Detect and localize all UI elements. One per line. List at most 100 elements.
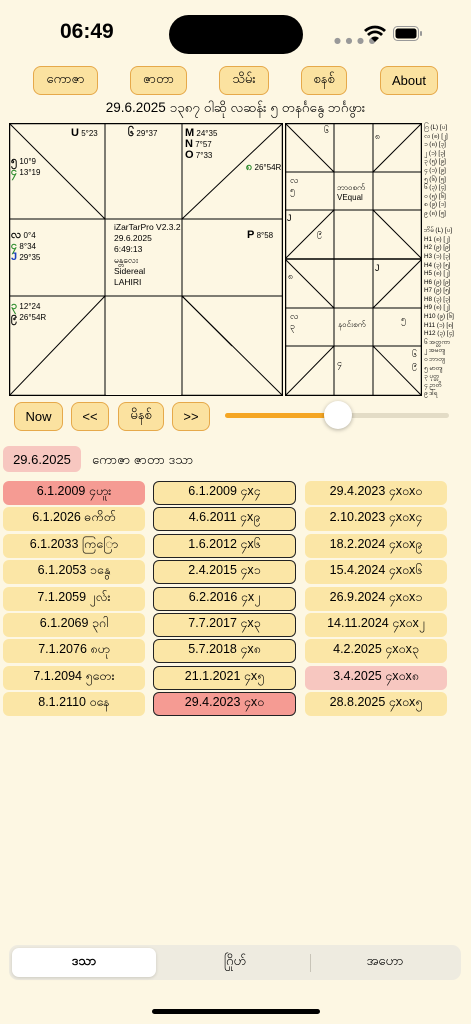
tab-dasa[interactable]: ဒသာ xyxy=(12,948,156,977)
navamsa-center-title: နဝင်းစက် xyxy=(338,320,366,329)
dasa-col3-cell[interactable]: 28.8.2025 ၄x၀x၅ xyxy=(305,692,447,717)
bhava-cell-1: ၆ xyxy=(324,125,330,135)
tab-save[interactable]: သိမ်း xyxy=(219,66,269,95)
side-list-item: ၉ ဒါရ xyxy=(424,390,438,398)
side-list-item: H7 (၉) [၅] xyxy=(424,287,451,295)
planet-top-right: M 24°35 N 7°57 O 7°33 xyxy=(185,127,218,161)
prev-button[interactable]: << xyxy=(71,402,109,431)
next-button[interactable]: >> xyxy=(172,402,210,431)
side-list-item: ဂြ (L) [ပ] xyxy=(424,124,447,131)
side-list-item: ၅ (၆) [၅] xyxy=(424,175,446,183)
side-list-item: ၆ အတ္တကာ xyxy=(424,338,450,346)
side-list-item: လ (၈) [၂] xyxy=(424,132,448,140)
side-list-item: H9 (၈) [၂] xyxy=(424,304,450,312)
birth-info-line: 29.6.2025 ၁၃၈၇ ဝါဆို လဆန်း ၅ တနင်္ဂနွေ ဘ… xyxy=(105,100,366,115)
side-list-item: ၅ မာတျ xyxy=(424,364,443,372)
dasa-col2-cell[interactable]: 6.1.2009 ၄x၄ xyxy=(153,481,296,505)
side-list-item: H2 (၉) [၉] xyxy=(424,244,451,252)
planet-right-mid: P 8°58 xyxy=(247,229,274,241)
dasa-col2-cell[interactable]: 21.1.2021 ၄x၅ xyxy=(153,665,296,690)
planet-left-lower: ၃ 12°24 ၉ 26°54R xyxy=(11,300,47,323)
segment-divider xyxy=(310,954,311,972)
now-button[interactable]: Now xyxy=(14,402,63,431)
tab-kawza[interactable]: ကောဇာ xyxy=(33,66,98,95)
side-list-item: ၈ (၉) [၁] xyxy=(424,201,446,209)
navamsa-cell-5: ၄ xyxy=(337,358,343,368)
bhava-cell-4: J xyxy=(287,213,292,223)
planet-left-mid: လ 0°4 ၄ 8°34 J 29°35 xyxy=(11,229,41,263)
minute-unit-button[interactable]: မိနစ် xyxy=(118,402,164,431)
dasa-col3-cell[interactable]: 18.2.2024 ၄x၀x၉ xyxy=(305,533,447,558)
side-list-item: H8 (၃) [၃] xyxy=(424,295,451,303)
side-list-item: H3 (၁) [၃] xyxy=(424,252,451,260)
time-slider-thumb[interactable] xyxy=(324,401,352,429)
dasa-col3-cell[interactable]: 4.2.2025 ၄x၀x၃ xyxy=(305,639,447,664)
dasa-col3-cell[interactable]: 29.4.2023 ၄x၀x၀ xyxy=(305,481,447,505)
side-list-item: ၁ (၈) [၃] xyxy=(424,141,446,149)
dasa-col1-cell[interactable]: 6.1.2026 ဓကိတ် xyxy=(3,507,145,532)
planet-top-mid: ၆ 29°37 xyxy=(128,127,158,139)
dasa-col2-cell[interactable]: 29.4.2023 ၄x၀ xyxy=(153,692,296,717)
side-list-item: ၉ (၈) [၅] xyxy=(424,209,446,217)
side-list-item: ၂ အမတျ xyxy=(424,347,446,355)
navamsa-cell-3: လ ၃ xyxy=(290,311,299,331)
planet-top-left: U 5°23 xyxy=(71,127,98,139)
tab-planets[interactable]: ဂြိုဟ် xyxy=(161,948,309,977)
bhava-center-title: ဘာဝစက် VEqual xyxy=(337,183,365,202)
chart-center-info: iZarTarPro V2.3.2 29.6.2025 6:49:13 မန္တ… xyxy=(114,222,181,287)
planet-position-list: ဂြ (L) [ပ] လ (၈) [၂] ၁ (၈) [၃] ၂ (၁) [၃] ၃ (… xyxy=(424,124,470,399)
section-title: ကောဇာ ဇာတာ ဒသာ xyxy=(92,452,194,467)
navamsa-cell-6: ၆ ၉ xyxy=(412,349,418,369)
navamsa-cell-1: ၈ xyxy=(288,271,294,281)
bhava-chart[interactable]: ၆ ၈ လ ၅ ဘာဝစက် VEqual J ၉ ၈ J လ ၃ နဝင်းစ… xyxy=(285,123,422,396)
time-slider-fill xyxy=(225,413,338,418)
dasa-col1-cell[interactable]: 8.1.2110 ဝနေ xyxy=(3,692,145,717)
side-list-item xyxy=(424,219,470,228)
side-list-item: ၄ (၁) [၉] xyxy=(424,166,446,174)
dasa-col2-cell[interactable]: 2.4.2015 ၄x၁ xyxy=(153,560,296,585)
side-list-item: ၆ (၃) [၄] xyxy=(424,184,446,192)
side-list-item: H11 (၁) [၈] xyxy=(424,321,454,329)
battery-icon xyxy=(393,26,422,41)
date-badge[interactable]: 29.6.2025 xyxy=(3,446,81,472)
bhava-cell-3: လ ၅ xyxy=(290,175,299,195)
dasa-col1-cell[interactable]: 6.1.2033 ကြြော xyxy=(3,533,145,558)
dasa-col2-cell[interactable]: 4.6.2011 ၄x၉ xyxy=(153,507,296,532)
dasa-col3-cell[interactable]: 15.4.2024 ၄x၀x၆ xyxy=(305,560,447,585)
dasa-col1-cell[interactable]: 7.1.2094 ၅တေး xyxy=(3,665,145,690)
dasa-col1-cell[interactable]: 6.1.2009 ၄ဟူး xyxy=(3,481,145,505)
side-list-item: H12 (၃) [၄] xyxy=(424,330,454,338)
dasa-col3-cell[interactable]: 3.4.2025 ၄x၀x၈ xyxy=(305,665,447,690)
bhava-cell-5: ၉ xyxy=(317,227,323,237)
tab-about[interactable]: About xyxy=(380,66,438,95)
dasa-col2-cell[interactable]: 7.7.2017 ၄x၃ xyxy=(153,613,296,637)
status-time: 06:49 xyxy=(60,20,114,43)
dasa-col2-cell[interactable]: 1.6.2012 ၄x၆ xyxy=(153,533,296,558)
dasa-col1-cell[interactable]: 7.1.2076 ၈ဟု xyxy=(3,639,145,664)
dynamic-island xyxy=(169,15,303,54)
bhava-cell-2: ၈ xyxy=(375,131,381,141)
side-list-item: H6 (၉) [၉] xyxy=(424,278,451,286)
planet-right-upper: ၈ 26°54R xyxy=(246,161,282,173)
wifi-icon xyxy=(364,25,386,42)
tab-zata[interactable]: ဇာတာ xyxy=(130,66,187,95)
side-list-item: H4 (၃) [၅] xyxy=(424,261,451,269)
home-indicator xyxy=(152,1009,320,1014)
dasa-col2-cell[interactable]: 5.7.2018 ၄x၈ xyxy=(153,639,296,664)
rasi-chart[interactable]: U 5°23 ၆ 29°37 M 24°35 N 7°57 O 7°33 ၈ 2… xyxy=(9,123,283,396)
tab-aho[interactable]: အဟော xyxy=(312,948,458,977)
side-list-item: ၀ (၅) [၆] xyxy=(424,192,446,200)
side-list-item: H10 (၉) [၆] xyxy=(424,313,454,321)
dasa-col1-cell[interactable]: 6.1.2069 ၃ဂါ xyxy=(3,613,145,637)
side-list-item: ၂ (၁) [၃] xyxy=(424,149,446,157)
tab-system[interactable]: စနစ် xyxy=(301,66,347,95)
dasa-col1-cell[interactable]: 6.1.2053 ၁နွေ xyxy=(3,560,145,585)
dasa-col2-cell[interactable]: 6.2.2016 ၄x၂ xyxy=(153,586,296,611)
navamsa-cell-4: ၅ xyxy=(401,314,407,324)
planet-left-upper: ၅ 10°9 ၄ 13°19 xyxy=(11,155,41,178)
side-list-item: ဘိမ် (L) [ပ] xyxy=(424,227,452,235)
dasa-col3-cell[interactable]: 2.10.2023 ၄x၀x၄ xyxy=(305,507,447,532)
dasa-col3-cell[interactable]: 26.9.2024 ၄x၀x၁ xyxy=(305,586,447,611)
dasa-col3-cell[interactable]: 14.11.2024 ၄x၀x၂ xyxy=(305,613,447,637)
dasa-col1-cell[interactable]: 7.1.2059 ၂လ်း xyxy=(3,586,145,611)
